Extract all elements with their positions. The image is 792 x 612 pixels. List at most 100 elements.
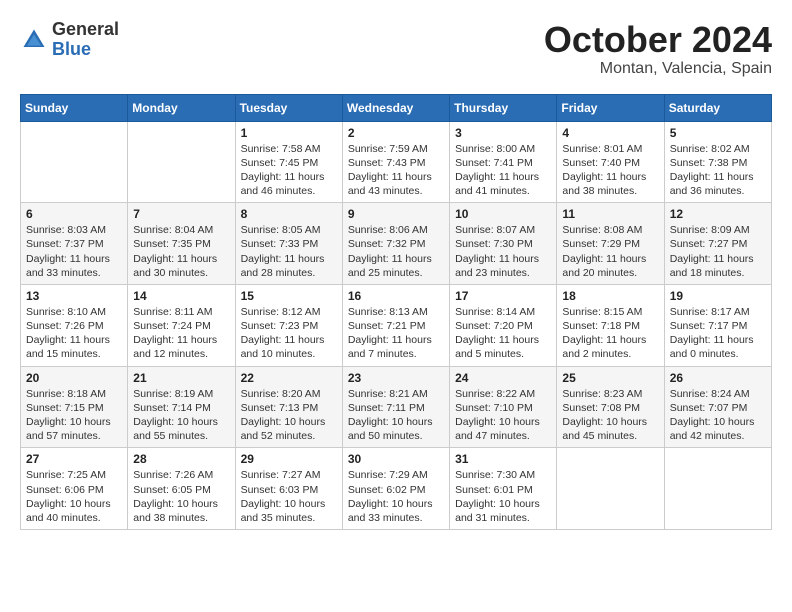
calendar-cell: 7 Sunrise: 8:04 AMSunset: 7:35 PMDaylight… — [128, 203, 235, 285]
day-number: 6 — [26, 207, 122, 221]
calendar-cell: 15 Sunrise: 8:12 AMSunset: 7:23 PMDayligh… — [235, 284, 342, 366]
calendar-cell: 22 Sunrise: 8:20 AMSunset: 7:13 PMDayligh… — [235, 366, 342, 448]
day-number: 14 — [133, 289, 229, 303]
calendar-cell: 28 Sunrise: 7:26 AMSunset: 6:05 PMDayligh… — [128, 448, 235, 530]
day-number: 7 — [133, 207, 229, 221]
day-info: Sunrise: 8:08 AMSunset: 7:29 PMDaylight:… — [562, 223, 658, 280]
day-number: 13 — [26, 289, 122, 303]
calendar-cell: 24 Sunrise: 8:22 AMSunset: 7:10 PMDayligh… — [450, 366, 557, 448]
day-info: Sunrise: 8:15 AMSunset: 7:18 PMDaylight:… — [562, 305, 658, 362]
calendar-cell — [557, 448, 664, 530]
day-number: 11 — [562, 207, 658, 221]
day-info: Sunrise: 8:10 AMSunset: 7:26 PMDaylight:… — [26, 305, 122, 362]
day-number: 15 — [241, 289, 337, 303]
calendar-cell: 31 Sunrise: 7:30 AMSunset: 6:01 PMDayligh… — [450, 448, 557, 530]
day-header: Friday — [557, 94, 664, 121]
day-info: Sunrise: 8:01 AMSunset: 7:40 PMDaylight:… — [562, 142, 658, 199]
day-number: 21 — [133, 371, 229, 385]
calendar-cell: 3 Sunrise: 8:00 AMSunset: 7:41 PMDaylight… — [450, 121, 557, 203]
day-info: Sunrise: 7:59 AMSunset: 7:43 PMDaylight:… — [348, 142, 444, 199]
logo: General Blue — [20, 20, 119, 60]
calendar-cell: 13 Sunrise: 8:10 AMSunset: 7:26 PMDayligh… — [21, 284, 128, 366]
calendar-cell: 16 Sunrise: 8:13 AMSunset: 7:21 PMDayligh… — [342, 284, 449, 366]
logo-blue-text: Blue — [52, 40, 119, 60]
day-number: 31 — [455, 452, 551, 466]
day-number: 27 — [26, 452, 122, 466]
logo-general-text: General — [52, 20, 119, 40]
day-number: 3 — [455, 126, 551, 140]
day-info: Sunrise: 8:17 AMSunset: 7:17 PMDaylight:… — [670, 305, 766, 362]
calendar-cell: 21 Sunrise: 8:19 AMSunset: 7:14 PMDayligh… — [128, 366, 235, 448]
day-info: Sunrise: 8:22 AMSunset: 7:10 PMDaylight:… — [455, 387, 551, 444]
day-info: Sunrise: 8:19 AMSunset: 7:14 PMDaylight:… — [133, 387, 229, 444]
day-info: Sunrise: 8:20 AMSunset: 7:13 PMDaylight:… — [241, 387, 337, 444]
day-info: Sunrise: 8:04 AMSunset: 7:35 PMDaylight:… — [133, 223, 229, 280]
day-number: 24 — [455, 371, 551, 385]
day-number: 28 — [133, 452, 229, 466]
calendar-cell: 18 Sunrise: 8:15 AMSunset: 7:18 PMDayligh… — [557, 284, 664, 366]
calendar-cell: 5 Sunrise: 8:02 AMSunset: 7:38 PMDaylight… — [664, 121, 771, 203]
calendar-cell: 23 Sunrise: 8:21 AMSunset: 7:11 PMDayligh… — [342, 366, 449, 448]
calendar-cell: 30 Sunrise: 7:29 AMSunset: 6:02 PMDayligh… — [342, 448, 449, 530]
day-number: 16 — [348, 289, 444, 303]
day-info: Sunrise: 8:00 AMSunset: 7:41 PMDaylight:… — [455, 142, 551, 199]
title-block: October 2024 Montan, Valencia, Spain — [544, 20, 772, 78]
day-number: 10 — [455, 207, 551, 221]
calendar-cell: 14 Sunrise: 8:11 AMSunset: 7:24 PMDayligh… — [128, 284, 235, 366]
day-number: 25 — [562, 371, 658, 385]
day-info: Sunrise: 7:30 AMSunset: 6:01 PMDaylight:… — [455, 468, 551, 525]
location: Montan, Valencia, Spain — [544, 60, 772, 78]
day-info: Sunrise: 7:27 AMSunset: 6:03 PMDaylight:… — [241, 468, 337, 525]
day-number: 4 — [562, 126, 658, 140]
calendar-week-row: 27Sunrise: 7:25 AMSunset: 6:06 PMDayligh… — [21, 448, 772, 530]
logo-text: General Blue — [52, 20, 119, 60]
calendar-cell: 25 Sunrise: 8:23 AMSunset: 7:08 PMDayligh… — [557, 366, 664, 448]
calendar-cell: 19 Sunrise: 8:17 AMSunset: 7:17 PMDayligh… — [664, 284, 771, 366]
day-number: 19 — [670, 289, 766, 303]
day-info: Sunrise: 8:13 AMSunset: 7:21 PMDaylight:… — [348, 305, 444, 362]
calendar-week-row: 1Sunrise: 7:58 AMSunset: 7:45 PMDaylight… — [21, 121, 772, 203]
day-info: Sunrise: 8:07 AMSunset: 7:30 PMDaylight:… — [455, 223, 551, 280]
calendar-cell: 1Sunrise: 7:58 AMSunset: 7:45 PMDaylight… — [235, 121, 342, 203]
page-header: General Blue October 2024 Montan, Valenc… — [20, 20, 772, 78]
day-info: Sunrise: 8:02 AMSunset: 7:38 PMDaylight:… — [670, 142, 766, 199]
day-number: 5 — [670, 126, 766, 140]
day-info: Sunrise: 8:24 AMSunset: 7:07 PMDaylight:… — [670, 387, 766, 444]
calendar-cell: 11 Sunrise: 8:08 AMSunset: 7:29 PMDayligh… — [557, 203, 664, 285]
calendar-week-row: 13 Sunrise: 8:10 AMSunset: 7:26 PMDayligh… — [21, 284, 772, 366]
calendar-week-row: 6 Sunrise: 8:03 AMSunset: 7:37 PMDaylight… — [21, 203, 772, 285]
calendar-cell: 20Sunrise: 8:18 AMSunset: 7:15 PMDayligh… — [21, 366, 128, 448]
calendar-cell: 8Sunrise: 8:05 AMSunset: 7:33 PMDaylight… — [235, 203, 342, 285]
day-info: Sunrise: 8:03 AMSunset: 7:37 PMDaylight:… — [26, 223, 122, 280]
day-info: Sunrise: 8:23 AMSunset: 7:08 PMDaylight:… — [562, 387, 658, 444]
calendar-cell: 9Sunrise: 8:06 AMSunset: 7:32 PMDaylight… — [342, 203, 449, 285]
day-header: Thursday — [450, 94, 557, 121]
calendar-cell — [664, 448, 771, 530]
day-info: Sunrise: 8:12 AMSunset: 7:23 PMDaylight:… — [241, 305, 337, 362]
calendar-cell — [21, 121, 128, 203]
day-info: Sunrise: 8:09 AMSunset: 7:27 PMDaylight:… — [670, 223, 766, 280]
day-info: Sunrise: 8:11 AMSunset: 7:24 PMDaylight:… — [133, 305, 229, 362]
day-header: Tuesday — [235, 94, 342, 121]
day-number: 23 — [348, 371, 444, 385]
calendar-cell: 6 Sunrise: 8:03 AMSunset: 7:37 PMDaylight… — [21, 203, 128, 285]
day-info: Sunrise: 8:21 AMSunset: 7:11 PMDaylight:… — [348, 387, 444, 444]
day-number: 18 — [562, 289, 658, 303]
day-info: Sunrise: 8:06 AMSunset: 7:32 PMDaylight:… — [348, 223, 444, 280]
calendar-cell: 27Sunrise: 7:25 AMSunset: 6:06 PMDayligh… — [21, 448, 128, 530]
calendar-table: SundayMondayTuesdayWednesdayThursdayFrid… — [20, 94, 772, 530]
day-header: Saturday — [664, 94, 771, 121]
calendar-cell: 12Sunrise: 8:09 AMSunset: 7:27 PMDayligh… — [664, 203, 771, 285]
day-header: Sunday — [21, 94, 128, 121]
day-info: Sunrise: 8:05 AMSunset: 7:33 PMDaylight:… — [241, 223, 337, 280]
calendar-cell: 29Sunrise: 7:27 AMSunset: 6:03 PMDayligh… — [235, 448, 342, 530]
day-info: Sunrise: 7:29 AMSunset: 6:02 PMDaylight:… — [348, 468, 444, 525]
calendar-header-row: SundayMondayTuesdayWednesdayThursdayFrid… — [21, 94, 772, 121]
day-number: 22 — [241, 371, 337, 385]
day-number: 17 — [455, 289, 551, 303]
day-number: 2 — [348, 126, 444, 140]
calendar-cell: 4 Sunrise: 8:01 AMSunset: 7:40 PMDaylight… — [557, 121, 664, 203]
day-info: Sunrise: 7:58 AMSunset: 7:45 PMDaylight:… — [241, 142, 337, 199]
day-number: 30 — [348, 452, 444, 466]
day-info: Sunrise: 7:26 AMSunset: 6:05 PMDaylight:… — [133, 468, 229, 525]
